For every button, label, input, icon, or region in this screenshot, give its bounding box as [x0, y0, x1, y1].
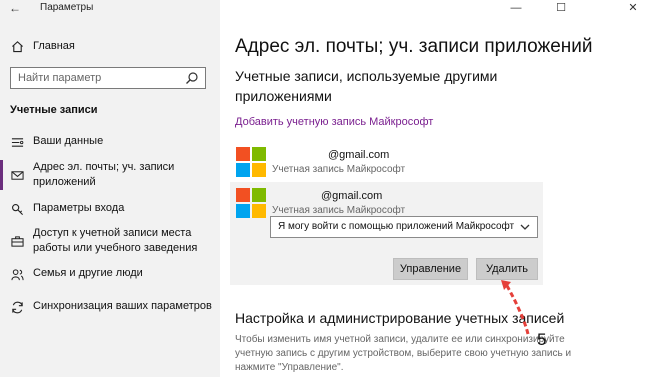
annotation-number: 5: [537, 330, 547, 349]
mail-icon: [10, 168, 24, 182]
dropdown-value: Я могу войти с помощью приложений Майкро…: [278, 221, 515, 232]
home-icon: [10, 39, 24, 53]
sidebar: ← Параметры Главная Найти параметр Учетн…: [0, 0, 220, 377]
microsoft-logo-icon: [236, 188, 266, 218]
account-email: @gmail.com: [321, 190, 383, 202]
search-input[interactable]: Найти параметр: [10, 67, 206, 89]
account-type: Учетная запись Майкрософт: [272, 205, 406, 216]
people-icon: [10, 267, 24, 281]
sidebar-item-sign-in[interactable]: Параметры входа: [10, 201, 220, 216]
delete-button[interactable]: Удалить: [476, 258, 538, 280]
back-button[interactable]: ←: [6, 1, 24, 15]
add-microsoft-account-link[interactable]: Добавить учетную запись Майкрософт: [235, 116, 433, 128]
page-title: Адрес эл. почты; уч. записи приложений: [235, 36, 593, 57]
account-email: @gmail.com: [328, 149, 390, 161]
sidebar-item-label: Адрес эл. почты; уч. записи приложений: [33, 161, 175, 188]
nav-home-label: Главная: [33, 40, 75, 52]
account-type: Учетная запись Майкрософт: [272, 164, 406, 175]
sidebar-item-family[interactable]: Семья и другие люди: [10, 266, 220, 281]
sidebar-item-label: Синхронизация ваших параметров: [33, 300, 212, 312]
sidebar-item-label: Семья и другие люди: [33, 267, 143, 279]
sidebar-section-header: Учетные записи: [10, 104, 98, 116]
maximize-button[interactable]: ☐: [554, 1, 568, 15]
back-arrow-icon: ←: [9, 1, 21, 15]
key-icon: [10, 202, 24, 216]
search-icon[interactable]: [185, 71, 199, 85]
sidebar-item-label: Доступ к учетной записи места работы или…: [33, 227, 198, 254]
sidebar-item-email-accounts[interactable]: Адрес эл. почты; уч. записи приложений: [0, 160, 220, 190]
sidebar-item-sync[interactable]: Синхронизация ваших параметров: [10, 299, 220, 314]
sidebar-item-work-access[interactable]: Доступ к учетной записи места работы или…: [10, 226, 220, 256]
signin-option-dropdown[interactable]: Я могу войти с помощью приложений Майкро…: [270, 216, 538, 238]
sidebar-item-label: Параметры входа: [33, 202, 125, 214]
sidebar-item-your-info[interactable]: Ваши данные: [10, 134, 220, 149]
close-button[interactable]: ✕: [626, 1, 640, 15]
manage-button[interactable]: Управление: [393, 258, 468, 280]
search-placeholder: Найти параметр: [18, 72, 102, 84]
sidebar-item-label: Ваши данные: [33, 135, 104, 147]
main-content: Адрес эл. почты; уч. записи приложений У…: [220, 0, 650, 377]
minimize-button[interactable]: —: [509, 1, 523, 15]
microsoft-logo-icon: [236, 147, 266, 177]
section-subtitle: Учетные записи, используемые другими при…: [235, 68, 498, 104]
briefcase-icon: [10, 234, 24, 248]
nav-home[interactable]: Главная: [10, 39, 75, 53]
app-title: Параметры: [40, 2, 94, 13]
person-card-icon: [10, 135, 24, 149]
sync-icon: [10, 300, 24, 314]
annotation-arrow-icon: [501, 280, 530, 335]
chevron-down-icon: [519, 221, 531, 233]
